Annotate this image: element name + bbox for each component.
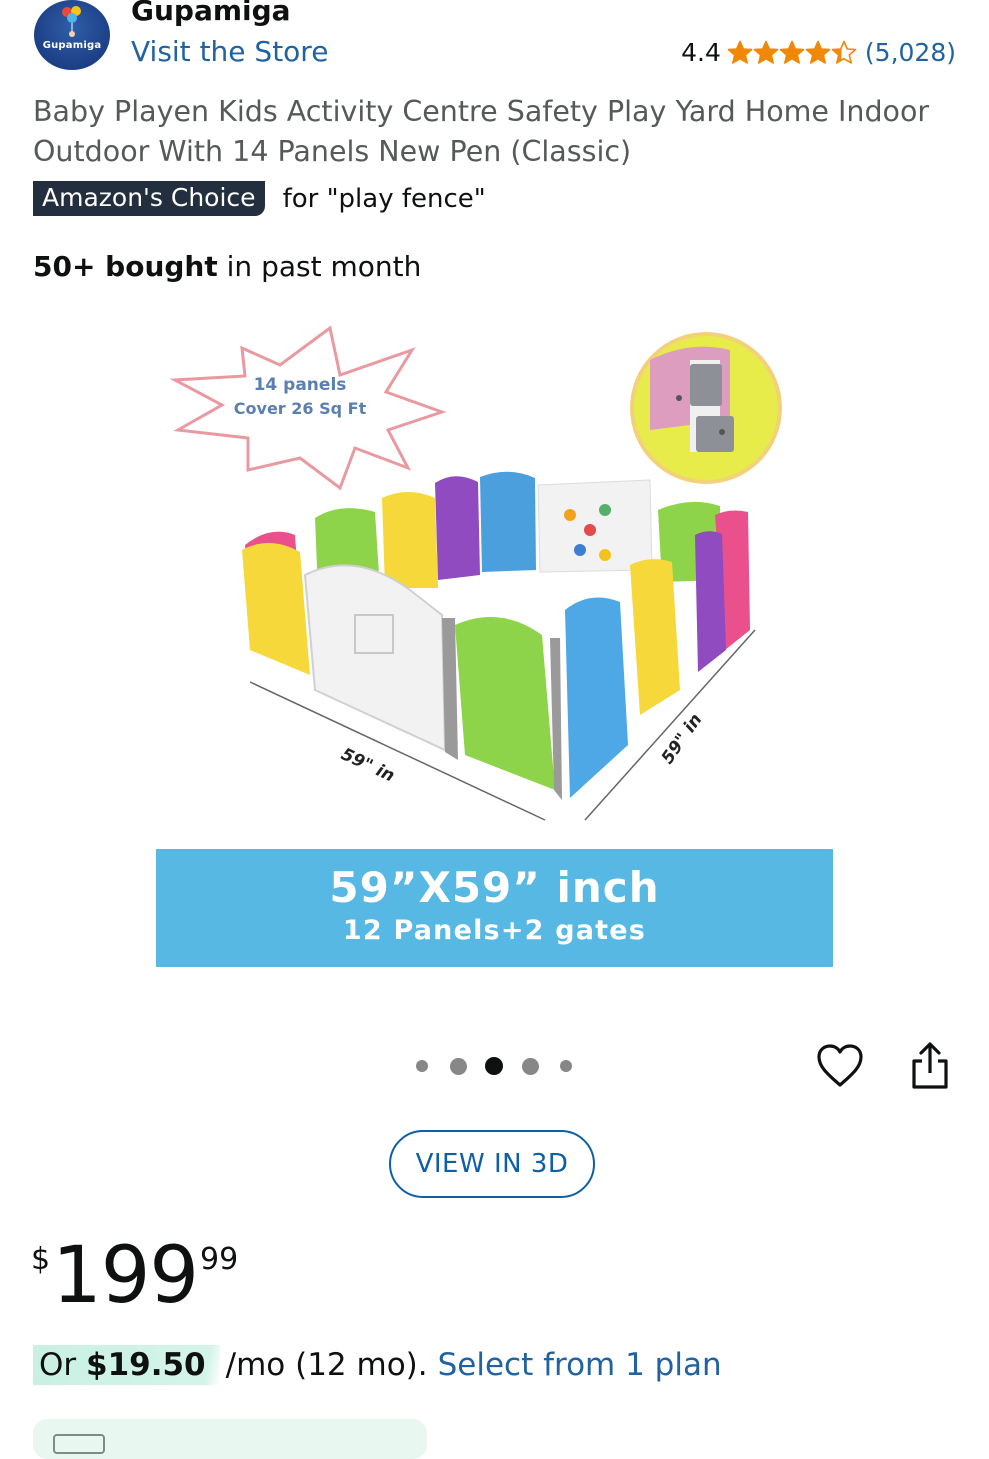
star-icon (805, 40, 831, 64)
price-whole: 199 (52, 1231, 199, 1321)
carousel-dot-active[interactable] (485, 1057, 503, 1075)
banner-panels: 12 Panels+2 gates (342, 915, 647, 946)
wishlist-button[interactable] (816, 1043, 864, 1089)
amazons-choice-keyword: for "play fence" (282, 183, 486, 214)
share-icon (912, 1042, 948, 1089)
bought-count: 50+ bought (33, 250, 218, 283)
rating-count-link[interactable]: (5,028) (865, 38, 956, 67)
carousel-dot[interactable] (416, 1060, 428, 1072)
dimension-label-right: 59" in (658, 710, 707, 768)
carousel-dot[interactable] (560, 1060, 572, 1072)
star-icon (753, 40, 779, 64)
starburst-line2: Cover 26 Sq Ft (234, 399, 367, 418)
starburst-line1: 14 panels (254, 375, 347, 395)
store-name[interactable]: Gupamiga (131, 0, 291, 27)
starburst-callout: 14 panels Cover 26 Sq Ft (169, 325, 447, 491)
heart-icon (817, 1044, 863, 1087)
monthly-prefix: Or (39, 1347, 86, 1383)
star-rating (727, 40, 857, 66)
size-banner: 59”X59” inch 12 Panels+2 gates (156, 849, 833, 967)
banner-dimensions: 59”X59” inch (329, 863, 660, 912)
monthly-amount-highlight: Or $19.50 (33, 1345, 220, 1385)
bought-in-past-month: 50+ bought in past month (33, 250, 421, 283)
promo-card[interactable] (33, 1419, 427, 1459)
star-icon (779, 40, 805, 64)
price-currency-symbol: $ (31, 1242, 51, 1277)
rating-summary[interactable]: 4.4 (5,028) (681, 38, 956, 67)
dimension-label-left: 59" in (338, 744, 398, 786)
image-carousel-dots[interactable] (412, 1054, 578, 1078)
amazons-choice-row: Amazon's Choice for "play fence" (33, 181, 486, 216)
bought-period: in past month (217, 250, 422, 283)
visit-store-link[interactable]: Visit the Store (131, 35, 328, 68)
amazons-choice-badge: Amazon's Choice (33, 181, 265, 216)
balloons-icon (62, 6, 81, 37)
star-icon (727, 40, 753, 64)
carousel-dot[interactable] (521, 1057, 539, 1075)
carousel-dot[interactable] (449, 1057, 467, 1075)
hinge-detail-inset (630, 332, 782, 484)
view-in-3d-button[interactable]: VIEW IN 3D (389, 1130, 595, 1198)
store-logo[interactable]: Gupamiga (34, 0, 110, 70)
share-button[interactable] (908, 1041, 952, 1091)
product-title: Baby Playen Kids Activity Centre Safety … (33, 95, 930, 168)
price: $ 199 99 (31, 1228, 238, 1324)
monthly-payment-row: Or $19.50 /mo (12 mo). Select from 1 pla… (33, 1345, 722, 1385)
monthly-amount: $19.50 (86, 1347, 206, 1383)
rating-value: 4.4 (681, 38, 721, 67)
star-icon (831, 40, 857, 64)
store-logo-text: Gupamiga (42, 40, 102, 51)
monthly-term: /mo (12 mo). (225, 1347, 428, 1383)
price-fraction: 99 (199, 1242, 239, 1277)
select-plan-link[interactable]: Select from 1 plan (438, 1347, 722, 1383)
card-icon (53, 1434, 105, 1454)
